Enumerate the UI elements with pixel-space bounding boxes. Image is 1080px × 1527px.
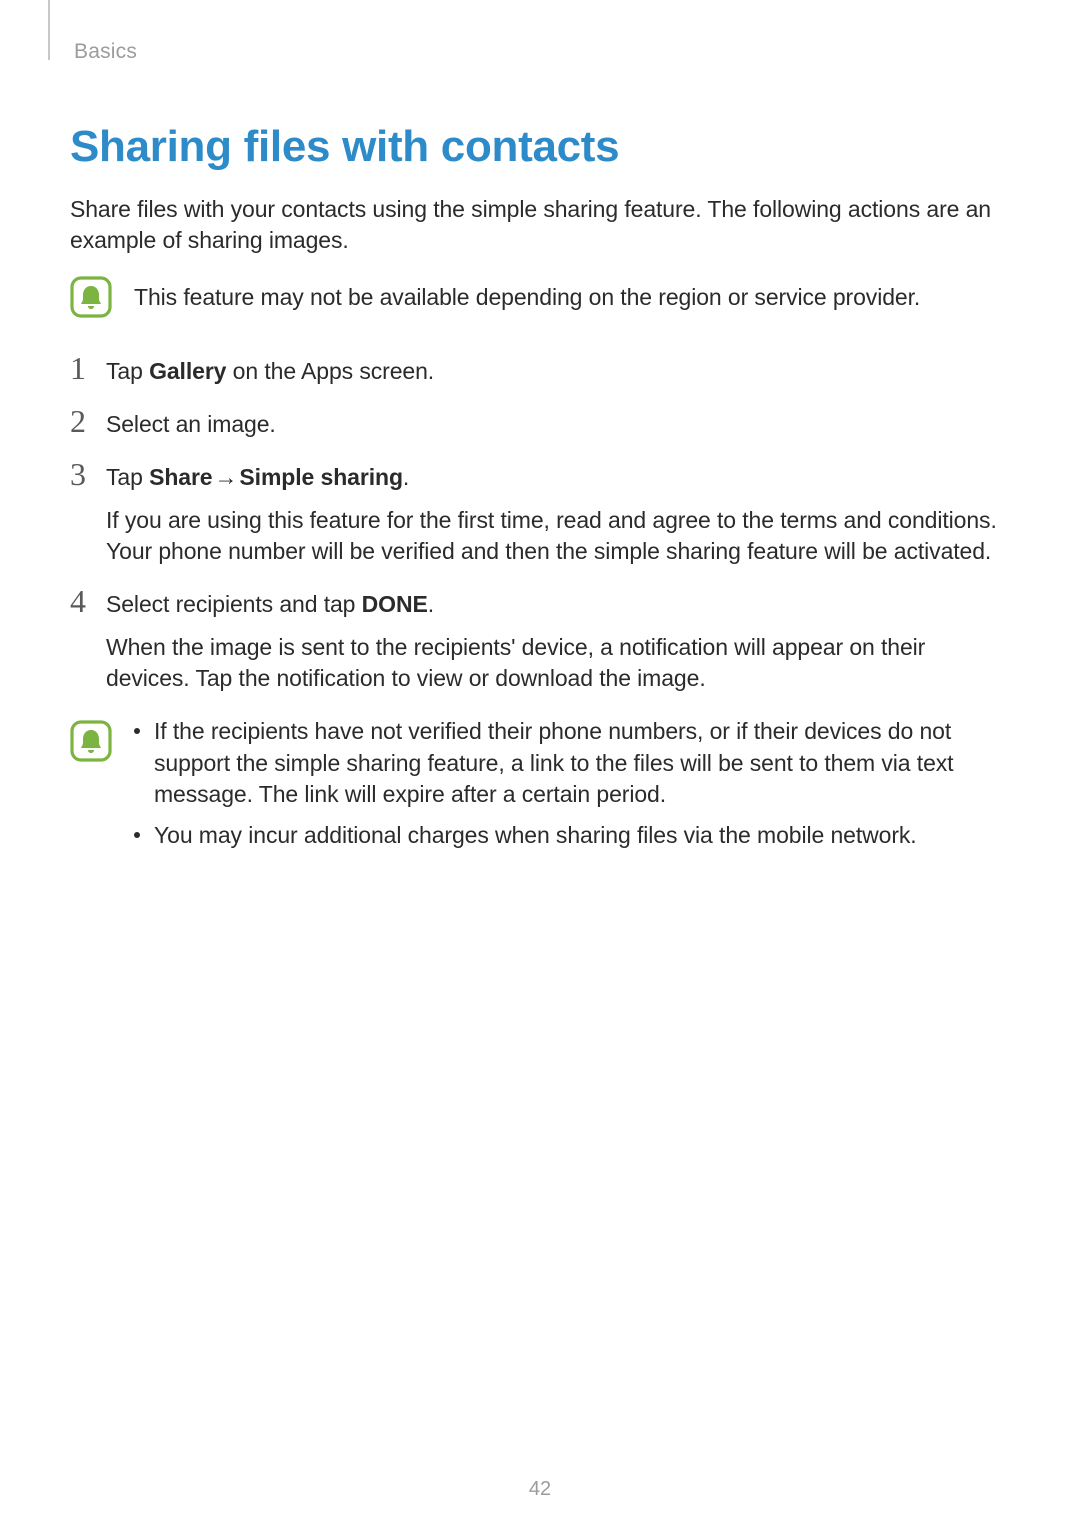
step-number: 2: [70, 405, 106, 439]
bullet-dot-icon: [134, 728, 140, 734]
document-page: Basics Sharing files with contacts Share…: [0, 0, 1080, 1527]
header-divider: [48, 0, 50, 60]
note-bullet: If the recipients have not verified thei…: [134, 716, 1004, 809]
step-detail: When the image is sent to the recipients…: [106, 632, 1006, 694]
step-number: 1: [70, 352, 106, 386]
step-text: Tap Share → Simple sharing.: [106, 462, 1010, 493]
bullet-dot-icon: [134, 832, 140, 838]
notice-bell-icon: [70, 276, 112, 318]
breadcrumb: Basics: [74, 40, 1010, 64]
note-bullet-list: If the recipients have not verified thei…: [134, 716, 1010, 860]
step-detail: If you are using this feature for the fi…: [106, 505, 1006, 567]
note-bullet-text: You may incur additional charges when sh…: [154, 820, 917, 851]
step-1: 1 Tap Gallery on the Apps screen.: [70, 352, 1010, 387]
step-number: 3: [70, 458, 106, 492]
note-text: This feature may not be available depend…: [134, 282, 920, 313]
step-4: 4 Select recipients and tap DONE. When t…: [70, 585, 1010, 694]
note-bullet-text: If the recipients have not verified thei…: [154, 716, 1004, 809]
note-availability: This feature may not be available depend…: [70, 276, 1010, 318]
notice-bell-icon: [70, 720, 112, 762]
step-text: Select an image.: [106, 409, 1010, 440]
step-2: 2 Select an image.: [70, 405, 1010, 440]
step-number: 4: [70, 585, 106, 619]
steps-list: 1 Tap Gallery on the Apps screen. 2 Sele…: [70, 352, 1010, 694]
page-title: Sharing files with contacts: [70, 122, 1010, 172]
step-text: Select recipients and tap DONE.: [106, 589, 1010, 620]
step-3: 3 Tap Share → Simple sharing. If you are…: [70, 458, 1010, 567]
note-bullet: You may incur additional charges when sh…: [134, 820, 1004, 851]
step-text: Tap Gallery on the Apps screen.: [106, 356, 1010, 387]
page-number: 42: [0, 1478, 1080, 1501]
note-additional: If the recipients have not verified thei…: [70, 716, 1010, 860]
intro-paragraph: Share files with your contacts using the…: [70, 194, 1010, 256]
